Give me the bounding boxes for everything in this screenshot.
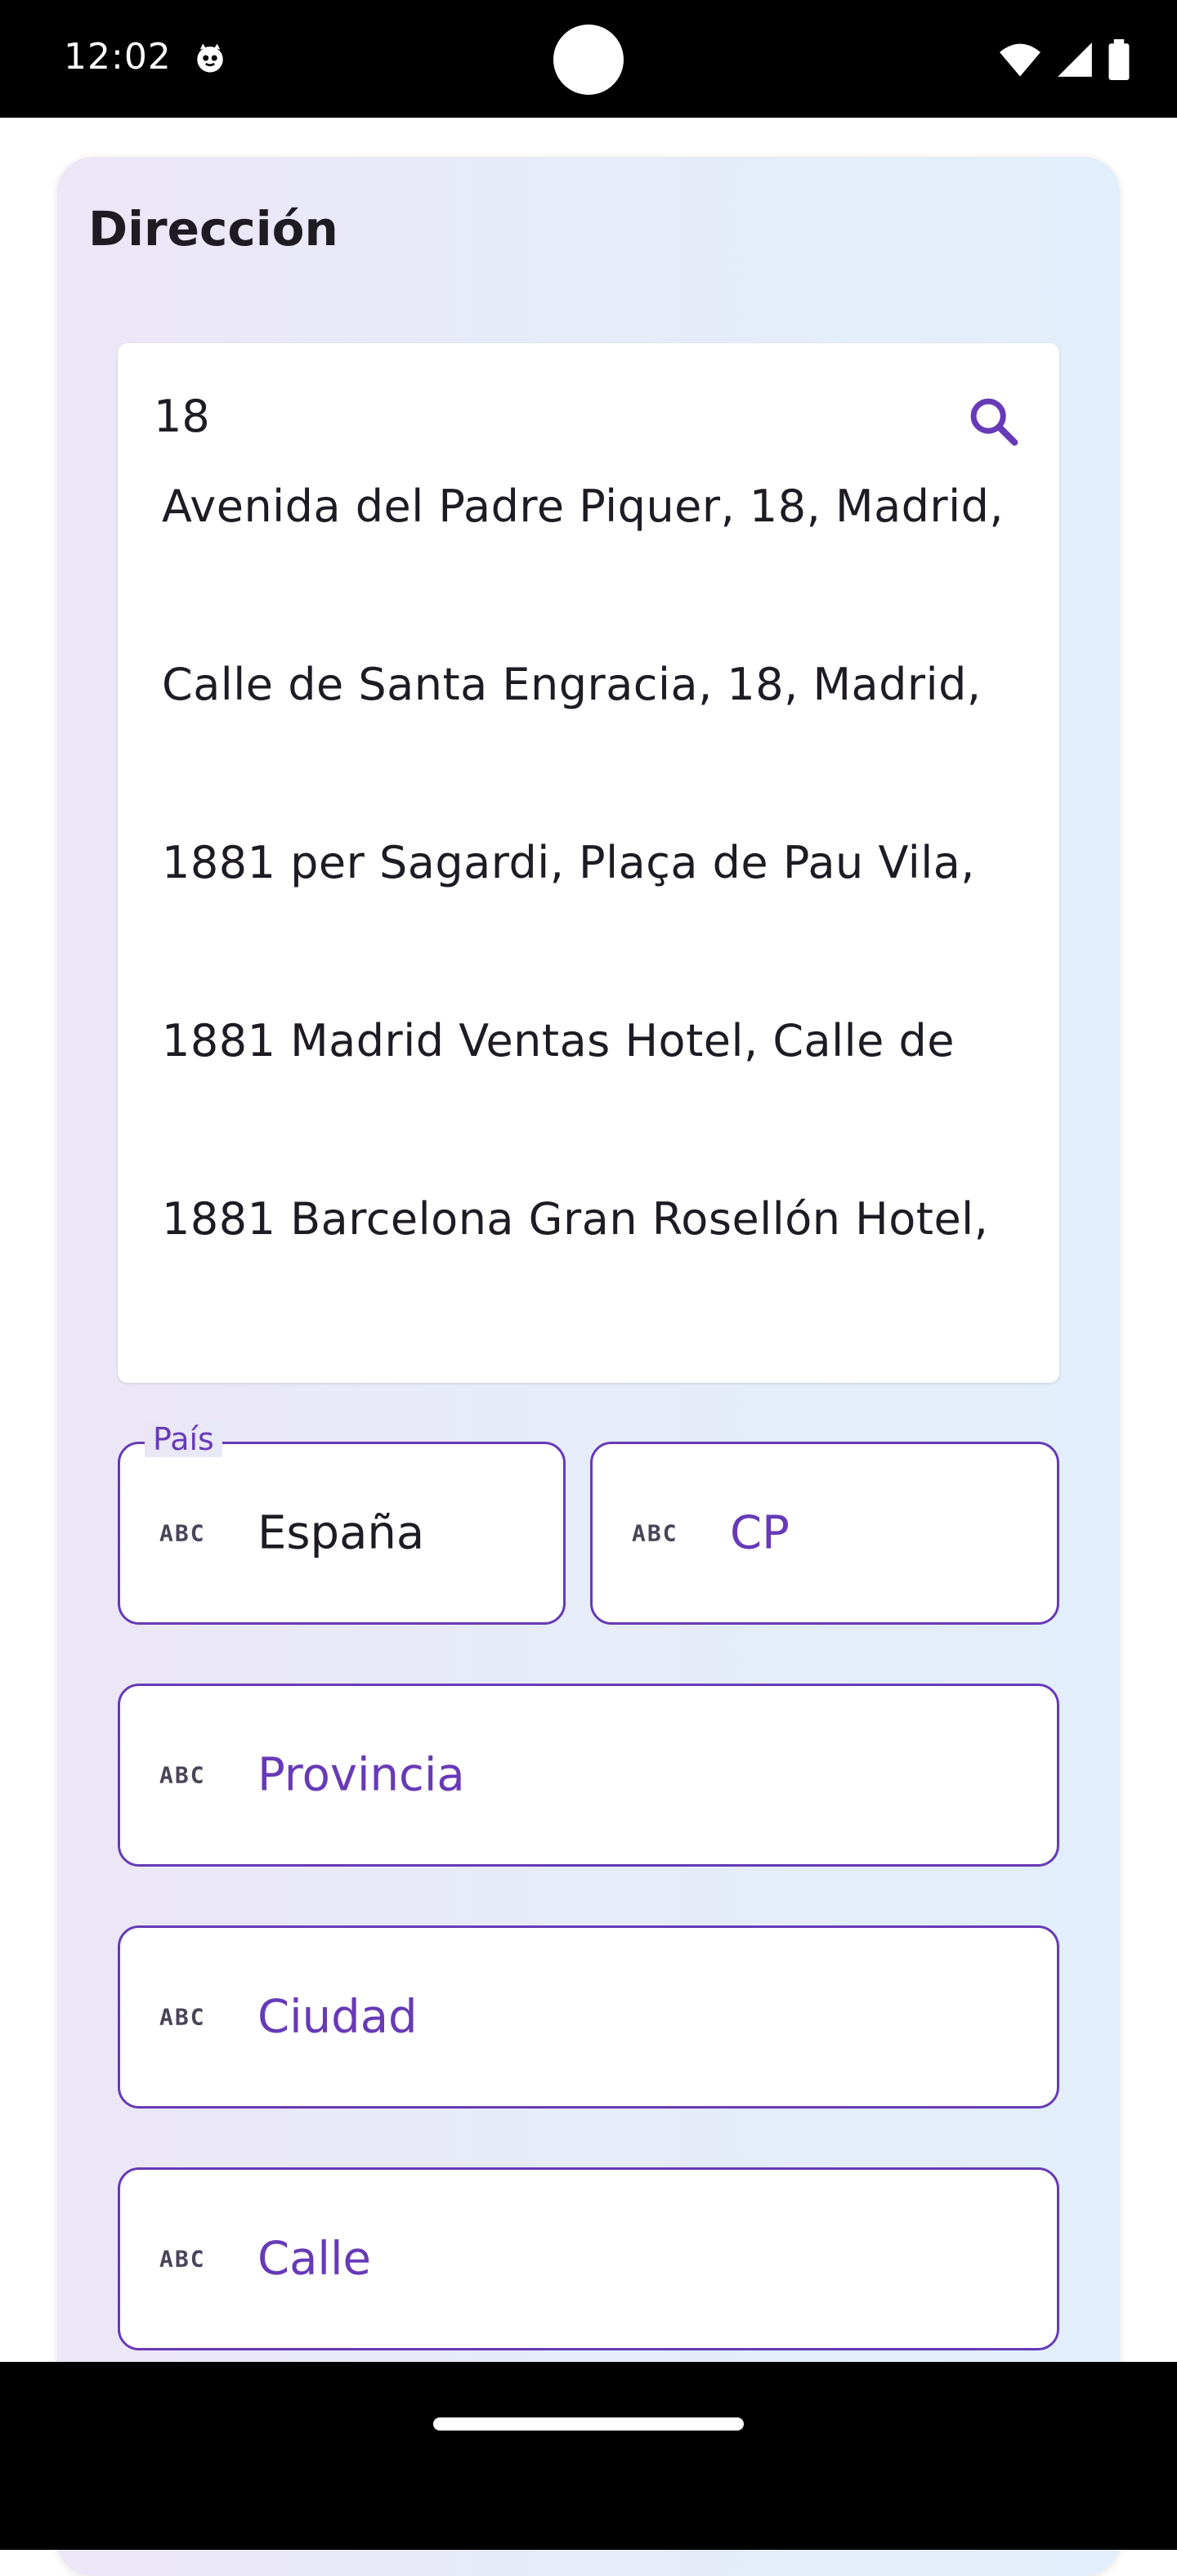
city-placeholder[interactable]: Ciudad	[257, 1991, 418, 2044]
abc-icon: ABC	[159, 1761, 206, 1789]
status-bar: 12:02	[0, 0, 1177, 118]
android-notification-icon	[197, 43, 223, 73]
suggestion-item[interactable]: 1881 per Sagardi, Plaça de Pau Vila,	[162, 837, 1028, 888]
suggestion-item[interactable]: Calle de Santa Engracia, 18, Madrid,	[162, 659, 1028, 710]
city-field[interactable]: ABC Ciudad	[118, 1925, 1059, 2109]
abc-icon: ABC	[159, 2003, 206, 2031]
address-card: Dirección 18 Avenida del Padre Piquer, 1…	[57, 157, 1120, 2576]
country-label: País	[145, 1421, 222, 1457]
address-search-box[interactable]: 18 Avenida del Padre Piquer, 18, Madrid,…	[118, 343, 1059, 1383]
postal-code-placeholder[interactable]: CP	[730, 1507, 790, 1560]
country-value[interactable]: España	[257, 1507, 424, 1560]
suggestion-item[interactable]: 1881 Barcelona Gran Rosellón Hotel,	[162, 1193, 1028, 1245]
abc-icon: ABC	[159, 2245, 206, 2273]
abc-icon: ABC	[159, 1519, 206, 1547]
suggestion-item[interactable]: Avenida del Padre Piquer, 18, Madrid,	[162, 481, 1028, 532]
cellular-signal-icon	[1058, 42, 1092, 77]
navigation-bar	[0, 2362, 1177, 2550]
wifi-icon	[1000, 43, 1041, 77]
search-icon[interactable]	[964, 392, 1022, 449]
search-input[interactable]: 18	[154, 391, 210, 442]
home-indicator[interactable]	[433, 2417, 744, 2431]
province-field[interactable]: ABC Provincia	[118, 1684, 1059, 1867]
street-placeholder[interactable]: Calle	[257, 2233, 371, 2286]
province-placeholder[interactable]: Provincia	[257, 1749, 465, 1802]
suggestion-item[interactable]: 1881 Madrid Ventas Hotel, Calle de	[162, 1015, 1028, 1067]
postal-code-field[interactable]: ABC CP	[590, 1442, 1059, 1625]
card-title: Dirección	[88, 201, 338, 257]
status-time: 12:02	[64, 36, 172, 78]
battery-icon	[1108, 39, 1130, 80]
street-field[interactable]: ABC Calle	[118, 2167, 1059, 2350]
status-icons	[997, 39, 1144, 80]
country-field[interactable]: País ABC España	[118, 1421, 566, 1625]
camera-cutout	[553, 25, 624, 95]
abc-icon: ABC	[632, 1519, 678, 1547]
